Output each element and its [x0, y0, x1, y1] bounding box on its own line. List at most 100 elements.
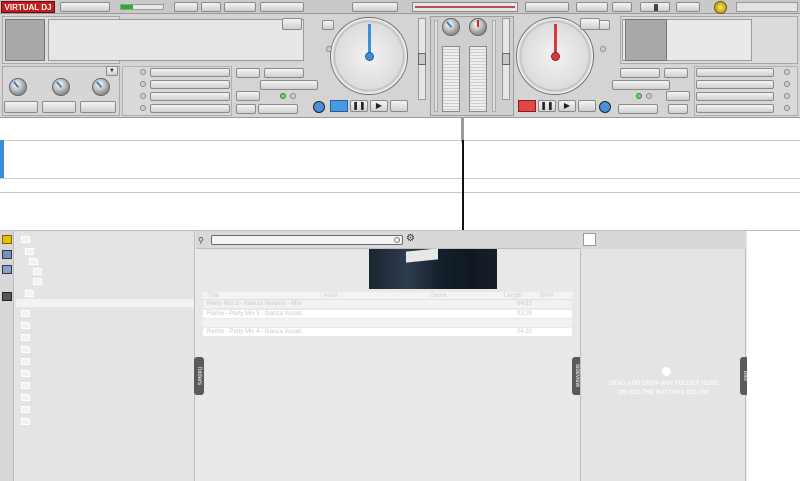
- right-pitch-slider[interactable]: [502, 18, 510, 100]
- top-btn-10[interactable]: [640, 2, 670, 12]
- info-panel: [747, 231, 800, 481]
- left-loop-button[interactable]: [236, 68, 260, 78]
- column-header-genre[interactable]: Genre: [430, 292, 447, 300]
- left-deck-select-icon[interactable]: [313, 101, 325, 113]
- right-cue-button-3[interactable]: [668, 104, 688, 114]
- folder-icon[interactable]: [21, 334, 30, 341]
- mixer-center-knob[interactable]: [469, 18, 487, 36]
- folder-icon[interactable]: [21, 346, 30, 353]
- left-play-button[interactable]: ▶: [370, 100, 388, 112]
- folder-icon[interactable]: [25, 290, 34, 297]
- folders-tab[interactable]: folders: [194, 357, 204, 395]
- column-header-artist[interactable]: Artist: [324, 292, 338, 300]
- right-deck-select-icon[interactable]: [599, 101, 611, 113]
- right-play-button[interactable]: ▶: [558, 100, 576, 112]
- left-dropdown[interactable]: ▼: [106, 66, 118, 76]
- mixer-left-volume-fader[interactable]: [442, 46, 460, 112]
- folder-icon[interactable]: [21, 322, 30, 329]
- top-btn-3[interactable]: [201, 2, 221, 12]
- column-header-length[interactable]: Length: [504, 292, 522, 300]
- right-fx-slot-3[interactable]: [696, 92, 774, 101]
- left-cue-button-1[interactable]: [236, 91, 260, 101]
- right-sync-button[interactable]: [664, 68, 688, 78]
- right-sync-small-button[interactable]: [578, 100, 596, 112]
- top-btn-1[interactable]: [60, 2, 110, 12]
- folder-icon[interactable]: [21, 394, 30, 401]
- left-pitch-slider[interactable]: [418, 18, 426, 100]
- folder-icon[interactable]: [21, 370, 30, 377]
- left-ctrl-button-1[interactable]: [4, 101, 38, 113]
- left-loop-out-button[interactable]: [260, 80, 318, 90]
- right-loop-button[interactable]: [620, 68, 660, 78]
- settings-knob-icon[interactable]: [714, 1, 727, 14]
- right-cue-button-2[interactable]: [618, 104, 658, 114]
- column-header-title[interactable]: Title: [208, 292, 219, 300]
- right-cue-button-1[interactable]: [666, 91, 690, 101]
- file-list-row[interactable]: [203, 319, 572, 327]
- folder-icon[interactable]: [21, 406, 30, 413]
- left-pause-button[interactable]: ❚❚: [350, 100, 368, 112]
- top-btn-2[interactable]: [174, 2, 198, 12]
- folder-icon[interactable]: [33, 268, 42, 275]
- favorites-icon[interactable]: [2, 235, 12, 244]
- left-jog-wheel[interactable]: [330, 17, 408, 95]
- file-list-row[interactable]: Party Mix 2 - Ibanza Version - Mix 04:27: [203, 300, 572, 308]
- folder-icon[interactable]: [33, 278, 42, 285]
- gear-icon[interactable]: ⚙: [406, 234, 416, 244]
- folder-tree-selected-row[interactable]: [16, 299, 194, 307]
- left-cue-button[interactable]: [330, 100, 348, 112]
- top-btn-6[interactable]: [352, 2, 398, 12]
- left-fx-knob[interactable]: [92, 78, 110, 96]
- sampler-icon[interactable]: [2, 292, 12, 301]
- window-controls[interactable]: [736, 2, 798, 12]
- left-cue-button-3[interactable]: [258, 104, 298, 114]
- playlist-icon[interactable]: [2, 250, 12, 259]
- history-icon[interactable]: [2, 265, 12, 274]
- right-deck-load-button[interactable]: [580, 18, 600, 30]
- left-fx-slot-1[interactable]: [150, 68, 230, 77]
- folder-icon[interactable]: [21, 358, 30, 365]
- file-list-row[interactable]: Remix - Party Mix 3 - Ibanza Vocals 03:2…: [203, 310, 572, 318]
- search-clear-icon[interactable]: [394, 237, 400, 243]
- left-ctrl-button-3[interactable]: [80, 101, 116, 113]
- top-btn-8[interactable]: [576, 2, 608, 12]
- mixer-right-vu: [492, 20, 496, 112]
- sideview-checkbox[interactable]: [583, 233, 596, 246]
- sideview-message-line2: OR USE THE BUTTONS BELOW: [617, 390, 709, 396]
- left-sync-small-button[interactable]: [390, 100, 408, 112]
- left-gain-knob[interactable]: [9, 78, 27, 96]
- folder-icon[interactable]: [21, 236, 30, 243]
- right-pause-button[interactable]: ❚❚: [538, 100, 556, 112]
- folder-icon[interactable]: [29, 258, 38, 265]
- column-header-bpm[interactable]: BPM: [540, 292, 553, 300]
- folder-icon[interactable]: [25, 248, 34, 255]
- left-fx-slot-3[interactable]: [150, 92, 230, 101]
- right-loop-out-button[interactable]: [612, 80, 670, 90]
- left-deck-load-button[interactable]: [282, 18, 302, 30]
- folder-icon[interactable]: [21, 418, 30, 425]
- right-fx-slot-4[interactable]: [696, 104, 774, 113]
- left-fx-slot-2[interactable]: [150, 80, 230, 89]
- right-fx-slot-2[interactable]: [696, 80, 774, 89]
- left-fx-slot-4[interactable]: [150, 104, 230, 113]
- right-fx-led-4: [784, 105, 790, 111]
- right-fx-slot-1[interactable]: [696, 68, 774, 77]
- left-filter-knob[interactable]: [52, 78, 70, 96]
- right-cue-button[interactable]: [518, 100, 536, 112]
- top-btn-9[interactable]: [612, 2, 632, 12]
- top-btn-7[interactable]: [525, 2, 569, 12]
- top-btn-4[interactable]: [224, 2, 256, 12]
- left-pitch-mode-button[interactable]: [322, 20, 334, 30]
- mixer-right-volume-fader[interactable]: [469, 46, 487, 112]
- folder-icon[interactable]: [21, 382, 30, 389]
- mixer-left-gain-knob[interactable]: [442, 18, 460, 36]
- top-btn-11[interactable]: [676, 2, 700, 12]
- folder-icon[interactable]: [21, 310, 30, 317]
- search-input[interactable]: [211, 235, 403, 245]
- mic-icon[interactable]: ⚲: [198, 236, 208, 245]
- file-list-row[interactable]: Remix - Party Mix 4 - Ibanza Vocals 04:2…: [203, 328, 572, 336]
- left-sync-button[interactable]: [264, 68, 304, 78]
- top-btn-5[interactable]: [260, 2, 304, 12]
- left-cue-button-2[interactable]: [236, 104, 256, 114]
- left-ctrl-button-2[interactable]: [42, 101, 76, 113]
